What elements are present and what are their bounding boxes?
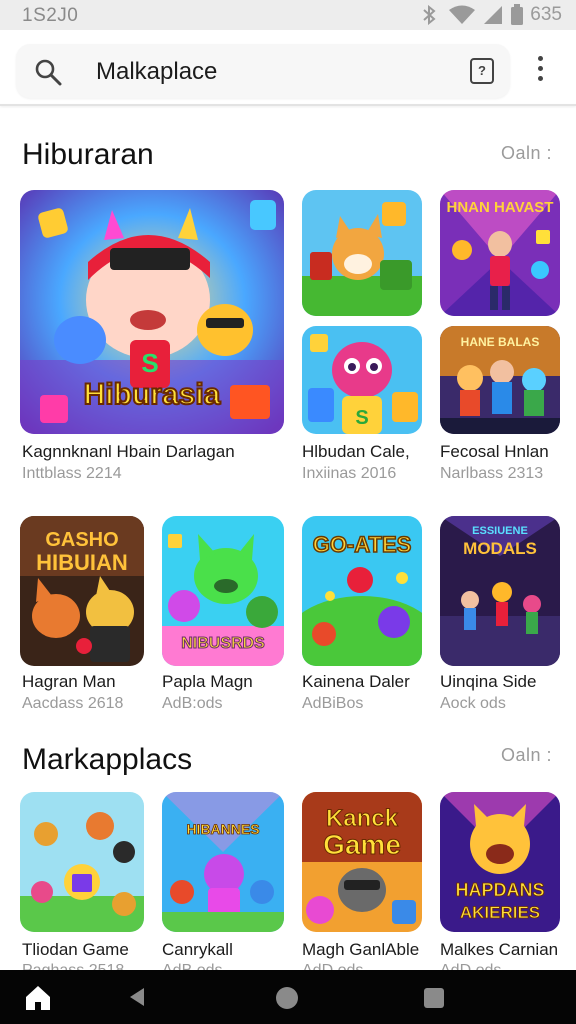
battery-icon	[511, 4, 524, 25]
tile-title: Uinqina Side	[440, 672, 537, 691]
section-more-button[interactable]: Oaln :	[501, 745, 552, 766]
battery-level: 635	[530, 4, 562, 25]
game-tile[interactable]	[20, 792, 144, 932]
back-icon[interactable]	[128, 986, 146, 1008]
svg-text:ESSIUENE: ESSIUENE	[472, 525, 528, 537]
header-divider	[0, 104, 576, 106]
tile-title: Fecosal Hnlan	[440, 442, 549, 461]
bluetooth-icon	[423, 5, 436, 25]
section-more-button[interactable]: Oaln :	[501, 143, 552, 164]
game-tile[interactable]: HANE BALAS	[440, 326, 560, 434]
circle-home-icon[interactable]	[276, 987, 298, 1009]
game-tile[interactable]: HAPDANS AKIERIES	[440, 792, 560, 932]
svg-text:AKIERIES: AKIERIES	[460, 903, 540, 922]
tile-title: Canrykall	[162, 940, 233, 959]
svg-text:NIBUSRDS: NIBUSRDS	[181, 635, 265, 652]
featured-game-tile[interactable]: S Hiburasia	[20, 190, 284, 434]
svg-text:S: S	[141, 348, 158, 378]
svg-text:MODALS: MODALS	[463, 539, 537, 558]
help-icon[interactable]: ?	[470, 58, 494, 84]
game-tile[interactable]: GASHO HIBUIAN	[20, 516, 144, 666]
svg-text:HAPDANS: HAPDANS	[455, 880, 544, 900]
tile-subtitle: Inttblass 2214	[22, 465, 122, 482]
svg-text:GASHO: GASHO	[45, 529, 118, 551]
svg-text:HANE BALAS: HANE BALAS	[461, 335, 540, 349]
game-tile[interactable]: S	[302, 326, 422, 434]
svg-text:HIBANNES: HIBANNES	[186, 821, 259, 837]
game-tile[interactable]: HIBANNES	[162, 792, 284, 932]
tile-title: Malkes Carnian	[440, 940, 559, 959]
tile-title: Papla Magn	[162, 672, 253, 691]
wifi-icon	[449, 5, 476, 24]
search-icon[interactable]	[34, 58, 62, 86]
signal-icon	[484, 6, 503, 24]
search-input[interactable]: Malkaplace	[96, 58, 217, 86]
featured-art-text: Hiburasia	[84, 378, 221, 411]
tile-subtitle: Aacdass 2618	[22, 695, 124, 712]
svg-text:Kanck: Kanck	[326, 805, 399, 832]
search-bar[interactable]: Malkaplace ?	[16, 44, 510, 98]
svg-text:GO-ATES: GO-ATES	[313, 532, 412, 557]
tile-title: Kainena Daler	[302, 672, 410, 691]
svg-text:HNAN HAVAST: HNAN HAVAST	[447, 199, 554, 216]
tile-title: Hagran Man	[22, 672, 116, 691]
tile-subtitle: Aock ods	[440, 695, 506, 712]
square-recents-icon[interactable]	[424, 988, 444, 1008]
home-icon[interactable]	[24, 984, 52, 1012]
tile-subtitle: Inxiinas 2016	[302, 465, 397, 482]
tile-title: Kagnnknanl Hbain Darlagan	[22, 442, 235, 461]
menu-icon[interactable]	[530, 56, 550, 84]
tile-subtitle: AdBiBos	[302, 695, 364, 712]
tile-title: Magh GanlAble	[302, 940, 420, 959]
section-title-markapplacs: Markapplacs	[22, 743, 193, 776]
game-tile[interactable]: NIBUSRDS	[162, 516, 284, 666]
status-bar: 1S2J0 635	[0, 0, 576, 30]
status-time: 1S2J0	[22, 5, 79, 26]
tile-title: Tliodan Game	[22, 940, 129, 959]
game-tile[interactable]: ESSIUENE MODALS	[440, 516, 560, 666]
game-tile[interactable]: Kanck Game	[302, 792, 422, 932]
svg-text:HIBUIAN: HIBUIAN	[36, 550, 128, 575]
nav-bar	[0, 970, 576, 1024]
section-title-hiburaran: Hiburaran	[22, 138, 154, 171]
tile-subtitle: AdB:ods	[162, 695, 223, 712]
tile-title: Hlbudan Cale,	[302, 442, 410, 461]
game-tile[interactable]	[302, 190, 422, 316]
svg-text:S: S	[355, 407, 368, 429]
svg-text:Game: Game	[323, 829, 401, 860]
tile-subtitle: Narlbass 2313	[440, 465, 544, 482]
game-tile[interactable]: GO-ATES	[302, 516, 422, 666]
game-tile[interactable]: HNAN HAVAST	[440, 190, 560, 316]
status-icons: 635	[420, 4, 562, 26]
